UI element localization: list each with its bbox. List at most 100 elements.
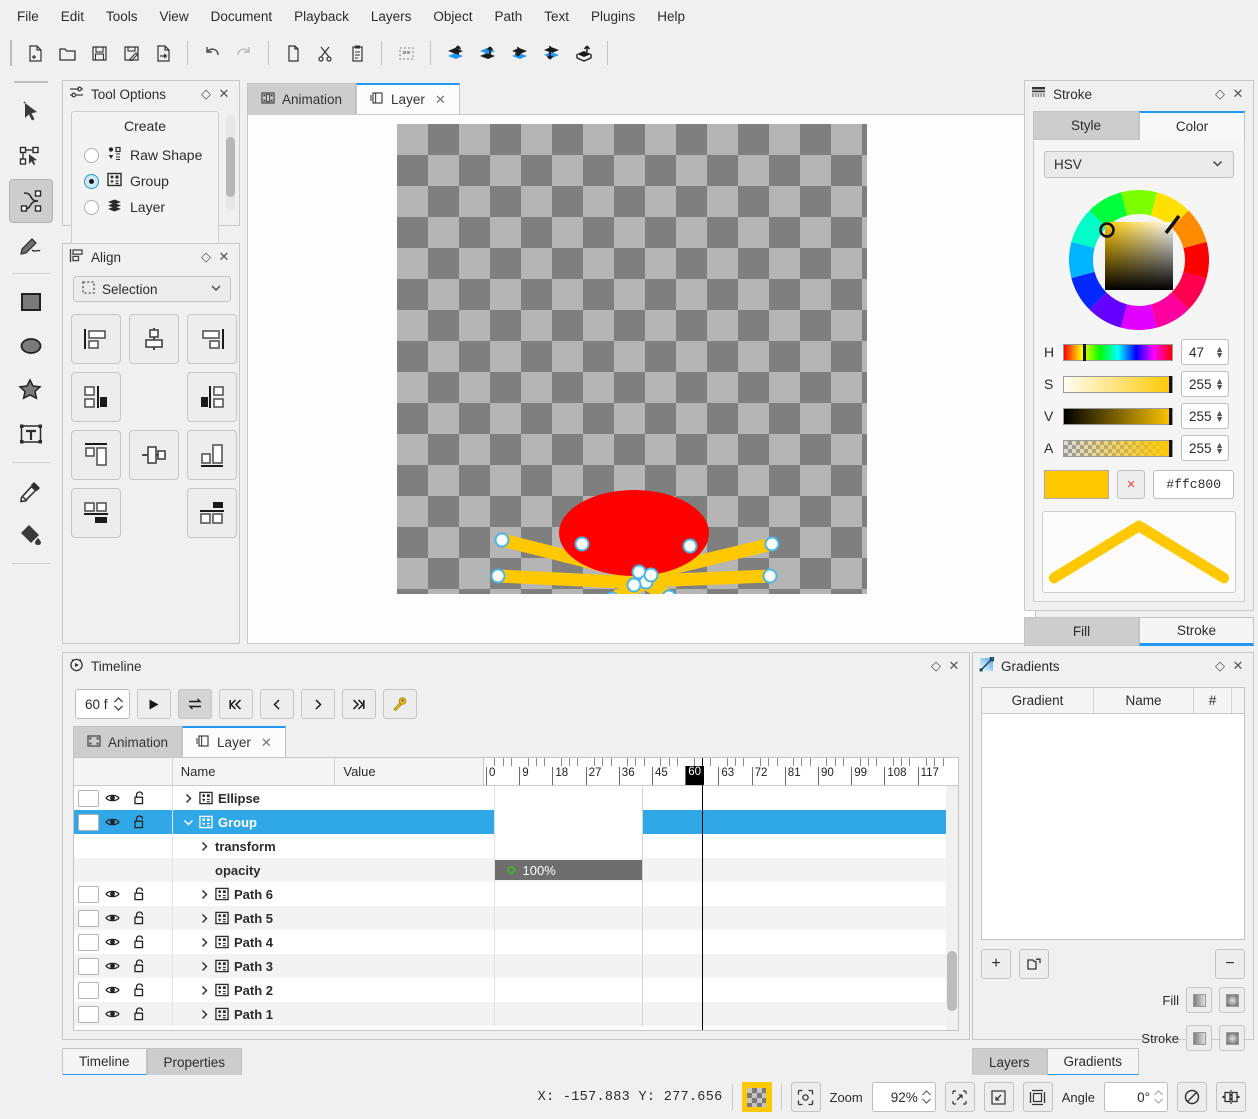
stroke-close-icon[interactable]: ✕ bbox=[1229, 85, 1247, 103]
saturation-value-input[interactable]: 255 ▲ ▼ bbox=[1181, 371, 1229, 397]
previous-frame-button[interactable] bbox=[259, 689, 294, 719]
lock-icon[interactable] bbox=[126, 815, 153, 829]
lock-icon[interactable] bbox=[126, 887, 153, 901]
row-track[interactable] bbox=[641, 786, 958, 810]
visibility-icon[interactable] bbox=[99, 936, 126, 948]
row-name-cell[interactable]: Ellipse bbox=[173, 786, 494, 810]
canvas-viewport[interactable] bbox=[247, 114, 1036, 644]
bottom-tab-timeline[interactable]: Timeline bbox=[62, 1048, 147, 1077]
next-frame-button[interactable] bbox=[300, 689, 335, 719]
menu-plugins[interactable]: Plugins bbox=[580, 5, 646, 28]
tab-stroke[interactable]: Stroke bbox=[1139, 617, 1254, 646]
row-track[interactable] bbox=[641, 930, 958, 954]
menu-playback[interactable]: Playback bbox=[283, 5, 360, 28]
star-tool[interactable] bbox=[9, 368, 53, 412]
visibility-icon[interactable] bbox=[99, 816, 126, 828]
ruler-tick[interactable]: 0 bbox=[486, 767, 495, 785]
menu-file[interactable]: File bbox=[6, 5, 50, 28]
select-tool[interactable] bbox=[9, 91, 53, 135]
tab-color[interactable]: Color bbox=[1139, 111, 1245, 140]
tab-style[interactable]: Style bbox=[1033, 111, 1139, 140]
align-target-select[interactable]: Selection bbox=[73, 276, 231, 302]
row-value-cell[interactable] bbox=[493, 954, 642, 978]
go-to-end-button[interactable] bbox=[341, 689, 376, 719]
ruler-tick[interactable]: 108 bbox=[884, 767, 907, 785]
row-track[interactable] bbox=[641, 954, 958, 978]
ruler-tick[interactable]: 72 bbox=[751, 767, 767, 785]
chevron-down-icon[interactable] bbox=[183, 817, 194, 828]
timeline-row[interactable]: Path 3 bbox=[74, 954, 958, 978]
ruler-tick[interactable]: 117 bbox=[917, 767, 939, 785]
eyedropper-tool[interactable] bbox=[9, 469, 53, 513]
visibility-icon[interactable] bbox=[99, 912, 126, 924]
bottom-tab-gradients[interactable]: Gradients bbox=[1046, 1048, 1140, 1077]
row-name-cell[interactable]: Path 2 bbox=[173, 978, 494, 1002]
file-new-icon[interactable] bbox=[20, 38, 50, 68]
gradients-close-icon[interactable]: ✕ bbox=[1229, 657, 1247, 675]
tool-rail-drag-handle[interactable] bbox=[14, 81, 48, 83]
gradient-stroke-linear-button[interactable] bbox=[1186, 1025, 1212, 1051]
raw-shape-radio[interactable] bbox=[84, 147, 99, 163]
zoom-input[interactable]: 92% bbox=[871, 1082, 936, 1112]
menu-document[interactable]: Document bbox=[200, 5, 284, 28]
option-group[interactable]: Group bbox=[72, 168, 218, 194]
add-keyframe-button[interactable] bbox=[382, 689, 417, 719]
move-layer-icon[interactable] bbox=[568, 38, 598, 68]
align-bottom-to-anchor-button[interactable] bbox=[187, 488, 237, 538]
gradient-fill-radial-button[interactable] bbox=[1219, 987, 1245, 1013]
row-value-cell[interactable] bbox=[493, 834, 642, 858]
draw-path-tool[interactable] bbox=[9, 179, 53, 223]
ruler-tick[interactable]: 36 bbox=[618, 767, 635, 785]
menu-edit[interactable]: Edit bbox=[50, 5, 95, 28]
frame-count-input[interactable]: 60 f bbox=[75, 689, 130, 719]
clear-color-button[interactable]: × bbox=[1116, 470, 1146, 499]
saturation-slider-row[interactable]: S 255 ▲ ▼ bbox=[1034, 368, 1244, 400]
align-close-icon[interactable]: ✕ bbox=[215, 248, 233, 266]
color-wheel-container[interactable] bbox=[1034, 185, 1244, 335]
row-name-cell[interactable]: Path 3 bbox=[173, 954, 494, 978]
row-track[interactable] bbox=[641, 978, 958, 1002]
scissors-icon[interactable] bbox=[310, 38, 340, 68]
visibility-icon[interactable] bbox=[99, 1008, 126, 1020]
align-left-to-anchor-button[interactable] bbox=[71, 372, 121, 422]
dashed-box-icon[interactable] bbox=[391, 38, 421, 68]
rectangle-tool[interactable] bbox=[9, 280, 53, 324]
group-radio[interactable] bbox=[84, 173, 99, 189]
timeline-row[interactable]: Group bbox=[74, 810, 958, 834]
option-layer[interactable]: Layer bbox=[72, 194, 218, 220]
chevron-right-icon[interactable] bbox=[199, 985, 210, 996]
hue-slider[interactable] bbox=[1063, 343, 1173, 361]
gradient-stroke-radial-button[interactable] bbox=[1219, 1025, 1245, 1051]
row-select-checkbox[interactable] bbox=[78, 933, 99, 951]
visibility-icon[interactable] bbox=[99, 792, 126, 804]
row-track[interactable] bbox=[641, 1002, 958, 1026]
text-tool[interactable] bbox=[9, 412, 53, 456]
play-button[interactable] bbox=[136, 689, 171, 719]
row-track[interactable] bbox=[641, 858, 958, 882]
chevron-right-icon[interactable] bbox=[199, 913, 210, 924]
zoom-fit-drawing-button[interactable] bbox=[983, 1082, 1014, 1112]
timeline-row[interactable]: Ellipse bbox=[74, 786, 958, 810]
align-top-to-anchor-button[interactable] bbox=[71, 488, 121, 538]
row-select-checkbox[interactable] bbox=[78, 981, 99, 999]
clipboard-icon[interactable] bbox=[342, 38, 372, 68]
row-track[interactable] bbox=[641, 882, 958, 906]
chevron-right-icon[interactable] bbox=[199, 841, 210, 852]
ruler-tick[interactable]: 81 bbox=[784, 767, 801, 785]
reset-rotation-button[interactable] bbox=[1177, 1082, 1207, 1112]
zoom-fit-selection-button[interactable] bbox=[944, 1082, 975, 1112]
raise-icon[interactable] bbox=[472, 38, 502, 68]
row-name-cell[interactable]: Group bbox=[173, 810, 494, 834]
row-select-checkbox[interactable] bbox=[78, 909, 99, 927]
zoom-stepper[interactable] bbox=[921, 1089, 932, 1105]
chevron-right-icon[interactable] bbox=[199, 1009, 210, 1020]
row-select-checkbox[interactable] bbox=[78, 885, 99, 903]
hue-value-input[interactable]: 47 ▲ ▼ bbox=[1181, 339, 1229, 365]
chevron-right-icon[interactable] bbox=[199, 937, 210, 948]
row-name-cell[interactable]: Path 6 bbox=[173, 882, 494, 906]
undo-arrow-icon[interactable] bbox=[197, 38, 227, 68]
tab-animation[interactable]: Animation bbox=[247, 83, 357, 114]
remove-gradient-button[interactable]: − bbox=[1215, 949, 1245, 979]
hue-slider-row[interactable]: H 47 ▲ ▼ bbox=[1034, 336, 1244, 368]
lock-icon[interactable] bbox=[126, 1007, 153, 1021]
